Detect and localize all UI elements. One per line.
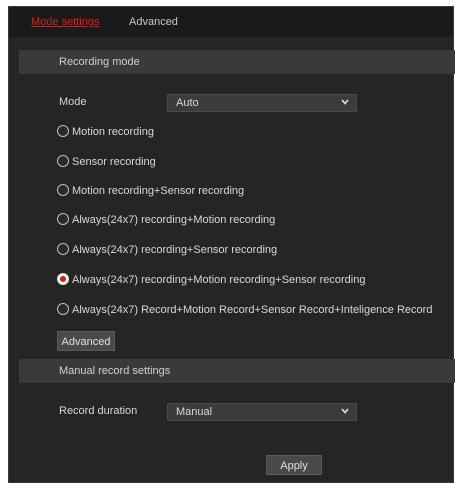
radio-button[interactable] [57,184,69,196]
chevron-down-icon [341,99,349,105]
record-duration-label: Record duration [59,405,138,417]
radio-label: Always(24x7) recording+Motion recording [72,214,276,226]
radio-button[interactable] [57,243,69,255]
record-duration-select[interactable]: Manual [167,403,357,421]
advanced-button[interactable]: Advanced [57,331,115,351]
radio-button-selected[interactable] [57,273,69,285]
tab-bar: Mode settings Advanced [9,7,453,37]
mode-select-value: Auto [176,97,199,109]
radio-label: Motion recording+Sensor recording [72,185,245,197]
tab-mode-settings[interactable]: Mode settings [31,16,99,28]
mode-select[interactable]: Auto [167,94,357,112]
radio-button[interactable] [57,125,69,137]
radio-button[interactable] [57,303,69,315]
radio-label: Sensor recording [72,156,156,168]
manual-record-header: Manual record settings [19,359,455,383]
mode-label: Mode [59,96,87,108]
radio-label: Motion recording [72,126,154,138]
radio-label: Always(24x7) recording+Sensor recording [72,244,278,256]
recording-mode-header: Recording mode [19,50,455,74]
record-duration-value: Manual [176,406,213,418]
radio-label: Always(24x7) recording+Motion recording+… [72,274,366,286]
settings-panel: Mode settings Advanced Recording mode Mo… [8,6,455,483]
apply-button[interactable]: Apply [266,455,322,475]
radio-button[interactable] [57,213,69,225]
radio-button[interactable] [57,155,69,167]
chevron-down-icon [341,408,349,414]
radio-label: Always(24x7) Record+Motion Record+Sensor… [72,304,433,316]
tab-advanced[interactable]: Advanced [129,16,178,28]
